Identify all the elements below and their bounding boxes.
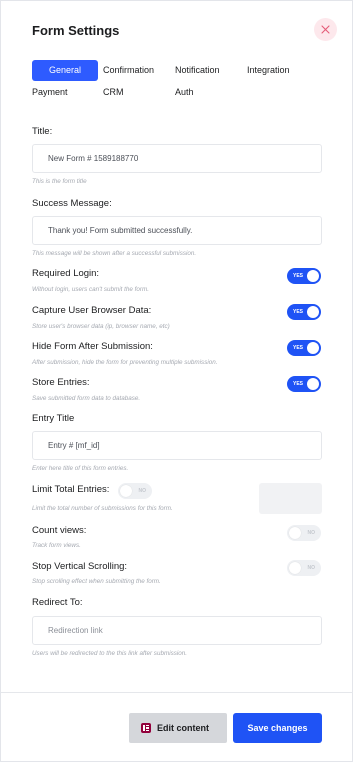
store-entries-toggle[interactable]: YES: [287, 376, 321, 392]
toggle-knob: [307, 270, 319, 282]
limit-entries-help: Limit the total number of submissions fo…: [32, 505, 173, 512]
capture-browser-toggle[interactable]: YES: [287, 304, 321, 320]
success-message-input[interactable]: Thank you! Form submitted successfully.: [32, 216, 322, 245]
title-help: This is the form title: [32, 178, 87, 185]
tab-general[interactable]: General: [32, 60, 98, 81]
tab-integration[interactable]: Integration: [247, 60, 290, 81]
tab-auth[interactable]: Auth: [175, 82, 194, 103]
toggle-state-text: YES: [293, 381, 304, 387]
elementor-icon: [141, 723, 151, 733]
tab-payment[interactable]: Payment: [32, 82, 68, 103]
tab-confirmation[interactable]: Confirmation: [103, 60, 154, 81]
count-views-help: Track form views.: [32, 542, 81, 549]
count-views-label: Count views:: [32, 525, 87, 536]
store-entries-help: Save submitted form data to database.: [32, 395, 141, 402]
required-login-toggle[interactable]: YES: [287, 268, 321, 284]
close-button[interactable]: [314, 18, 337, 41]
store-entries-label: Store Entries:: [32, 377, 90, 388]
hide-form-help: After submission, hide the form for prev…: [32, 359, 218, 366]
toggle-knob: [307, 306, 319, 318]
tab-crm[interactable]: CRM: [103, 82, 124, 103]
toggle-state-text: YES: [293, 345, 304, 351]
save-changes-button[interactable]: Save changes: [233, 713, 322, 743]
entry-title-input[interactable]: Entry # [mf_id]: [32, 431, 322, 460]
limit-entries-toggle[interactable]: NO: [118, 483, 152, 499]
toggle-state-text: YES: [293, 309, 304, 315]
toggle-state-text: NO: [307, 565, 316, 571]
required-login-label: Required Login:: [32, 268, 100, 279]
toggle-state-text: YES: [293, 273, 304, 279]
edit-content-button[interactable]: Edit content: [129, 713, 227, 743]
toggle-knob: [307, 342, 319, 354]
success-message-label: Success Message:: [32, 198, 112, 209]
redirect-to-label: Redirect To:: [32, 597, 83, 608]
capture-browser-label: Capture User Browser Data:: [32, 305, 152, 316]
footer-divider: [1, 692, 353, 693]
entry-title-label: Entry Title: [32, 413, 75, 424]
stop-scrolling-help: Stop scrolling effect when submitting th…: [32, 578, 161, 585]
form-settings-modal: Form Settings General Confirmation Notif…: [0, 0, 353, 762]
toggle-state-text: NO: [138, 488, 147, 494]
limit-entries-label: Limit Total Entries:: [32, 484, 110, 495]
limit-entries-count-input[interactable]: [259, 483, 322, 514]
modal-title: Form Settings: [32, 23, 120, 38]
redirect-to-help: Users will be redirected to the this lin…: [32, 650, 188, 657]
entry-title-help: Enter here title of this form entries.: [32, 465, 129, 472]
redirect-to-input[interactable]: Redirection link: [32, 616, 322, 645]
toggle-knob: [120, 485, 132, 497]
close-icon: [321, 25, 330, 34]
tab-notification[interactable]: Notification: [175, 60, 220, 81]
stop-scrolling-toggle[interactable]: NO: [287, 560, 321, 576]
toggle-knob: [307, 378, 319, 390]
title-label: Title:: [32, 126, 53, 137]
stop-scrolling-label: Stop Vertical Scrolling:: [32, 561, 128, 572]
count-views-toggle[interactable]: NO: [287, 525, 321, 541]
hide-form-label: Hide Form After Submission:: [32, 341, 153, 352]
edit-content-label: Edit content: [157, 723, 209, 733]
required-login-help: Without login, users can't submit the fo…: [32, 286, 149, 293]
toggle-state-text: NO: [307, 530, 316, 536]
capture-browser-help: Store user's browser data (ip, browser n…: [32, 323, 170, 330]
success-message-help: This message will be shown after a succe…: [32, 250, 197, 257]
title-input[interactable]: New Form # 1589188770: [32, 144, 322, 173]
toggle-knob: [289, 527, 301, 539]
toggle-knob: [289, 562, 301, 574]
hide-form-toggle[interactable]: YES: [287, 340, 321, 356]
